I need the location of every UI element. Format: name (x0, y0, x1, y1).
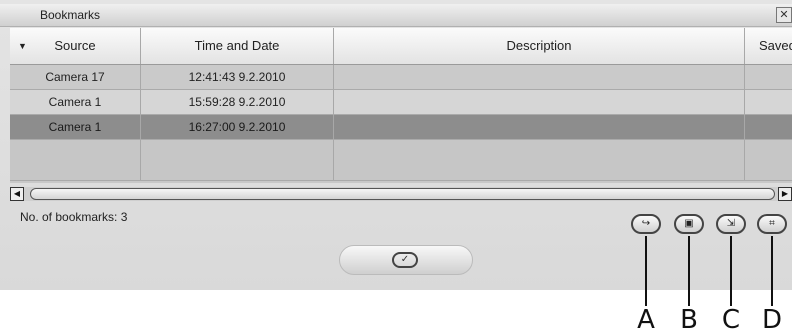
table-row[interactable]: Camera 17 12:41:43 9.2.2010 (10, 65, 792, 90)
bookmarks-panel: Bookmarks ✕ ▼ Source Time and Date Descr… (0, 0, 792, 290)
save-bookmark-button[interactable]: ▣ (674, 214, 704, 234)
cell-source: Camera 1 (10, 115, 141, 139)
callout-line-a (645, 236, 647, 306)
scroll-left-arrow-icon[interactable]: ◀ (10, 187, 24, 201)
horizontal-scrollbar[interactable]: ◀ ▶ (10, 187, 792, 201)
cell-source: Camera 1 (10, 90, 141, 114)
table-row[interactable]: Camera 1 15:59:28 9.2.2010 (10, 90, 792, 115)
column-header-time[interactable]: Time and Date (141, 28, 334, 64)
callout-line-c (730, 236, 732, 306)
cell-saved (745, 115, 792, 139)
goto-bookmark-button[interactable]: ↪ (631, 214, 661, 234)
ok-button[interactable]: ✓ (339, 245, 473, 275)
cell-empty (10, 140, 141, 180)
callout-label-c: C (721, 305, 741, 335)
scroll-right-arrow-icon[interactable]: ▶ (778, 187, 792, 201)
cell-time: 12:41:43 9.2.2010 (141, 65, 334, 89)
title-bar: Bookmarks ✕ (0, 4, 792, 27)
cell-saved (745, 90, 792, 114)
cell-time: 16:27:00 9.2.2010 (141, 115, 334, 139)
close-button[interactable]: ✕ (776, 7, 792, 23)
bookmarks-table: ▼ Source Time and Date Description Saved… (10, 28, 792, 183)
column-header-description[interactable]: Description (334, 28, 745, 64)
export-bookmark-button[interactable]: ⇲ (716, 214, 746, 234)
column-header-source[interactable]: ▼ Source (10, 28, 141, 64)
bookmark-settings-button[interactable]: ⌗ (757, 214, 787, 234)
window-title: Bookmarks (40, 8, 101, 22)
bookmark-count: No. of bookmarks: 3 (20, 210, 128, 224)
callout-line-d (771, 236, 773, 306)
callout-label-a: A (637, 305, 655, 335)
cell-empty (141, 140, 334, 180)
empty-row (10, 140, 792, 181)
check-icon: ✓ (392, 252, 418, 268)
table-header: ▼ Source Time and Date Description Saved (10, 28, 792, 65)
cell-empty (334, 140, 745, 180)
cell-description (334, 115, 745, 139)
sort-indicator-icon: ▼ (18, 41, 27, 51)
scrollbar-thumb[interactable] (30, 188, 775, 200)
column-header-saved[interactable]: Saved (745, 28, 792, 64)
column-label: Source (54, 38, 96, 53)
cell-source: Camera 17 (10, 65, 141, 89)
table-row-selected[interactable]: Camera 1 16:27:00 9.2.2010 (10, 115, 792, 140)
cell-saved (745, 65, 792, 89)
cell-description (334, 65, 745, 89)
callout-label-d: D (761, 305, 783, 335)
cell-empty (745, 140, 792, 180)
cell-description (334, 90, 745, 114)
cell-time: 15:59:28 9.2.2010 (141, 90, 334, 114)
callout-line-b (688, 236, 690, 306)
callout-label-b: B (680, 305, 698, 335)
